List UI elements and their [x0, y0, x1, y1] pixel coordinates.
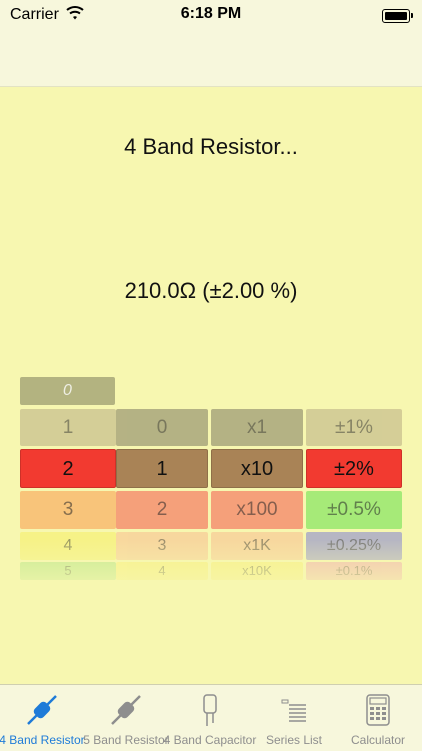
resistor-icon — [111, 695, 141, 725]
band2-option[interactable]: 1 — [116, 449, 208, 488]
band1-option[interactable]: 0 — [20, 377, 115, 405]
multiplier-option[interactable]: x1K — [211, 532, 303, 560]
resistor-icon — [27, 695, 57, 725]
list-icon — [281, 699, 306, 722]
band1-option[interactable]: 3 — [20, 491, 116, 529]
clock: 6:18 PM — [180, 5, 242, 22]
band1-option[interactable]: 1 — [20, 409, 116, 446]
tab-4-band-capacitor[interactable]: 4 Band Capacitor — [164, 685, 256, 751]
tab-label: 5 Band Resistor — [83, 733, 169, 747]
tab-calculator[interactable]: Calculator — [336, 685, 420, 751]
multiplier-option[interactable]: x100 — [211, 491, 303, 529]
tab-label: Series List — [265, 733, 323, 747]
multiplier-option[interactable]: x10 — [211, 449, 303, 488]
tab-5-band-resistor[interactable]: 5 Band Resistor — [83, 685, 169, 751]
tab-4-band-resistor[interactable]: 4 Band Resistor — [0, 685, 85, 751]
multiplier-option[interactable]: x1 — [211, 409, 303, 446]
band1-option[interactable]: 4 — [20, 532, 116, 560]
capacitor-icon — [203, 694, 217, 726]
tab-label: 4 Band Resistor — [0, 733, 85, 747]
calculator-icon — [366, 694, 390, 726]
band1-option[interactable]: 5 — [20, 562, 116, 580]
tolerance-option[interactable]: ±1% — [306, 409, 402, 446]
band2-option[interactable]: 3 — [116, 532, 208, 560]
battery-icon — [382, 9, 413, 23]
tolerance-option[interactable]: ±0.1% — [306, 562, 402, 580]
navigation-bar — [0, 32, 422, 87]
tab-series-list[interactable]: Series List — [252, 685, 336, 751]
tolerance-option[interactable]: ±2% — [306, 449, 402, 488]
multiplier-option[interactable]: x10K — [211, 562, 303, 580]
band2-option[interactable]: 0 — [116, 409, 208, 446]
band2-option[interactable]: 4 — [116, 562, 208, 580]
band2-option[interactable]: 2 — [116, 491, 208, 529]
band1-option[interactable]: 2 — [20, 449, 116, 488]
resistance-value: 210.0Ω (±2.00 %) — [124, 278, 298, 303]
tab-label: Calculator — [350, 733, 406, 747]
page-title: 4 Band Resistor... — [124, 134, 298, 159]
tab-bar: 4 Band Resistor 5 Band Resistor 4 Band C… — [0, 684, 422, 751]
tab-label: 4 Band Capacitor — [163, 733, 257, 747]
tolerance-option[interactable]: ±0.25% — [306, 532, 402, 560]
tolerance-option[interactable]: ±0.5% — [306, 491, 402, 529]
status-bar: Carrier 6:18 PM — [0, 0, 422, 32]
